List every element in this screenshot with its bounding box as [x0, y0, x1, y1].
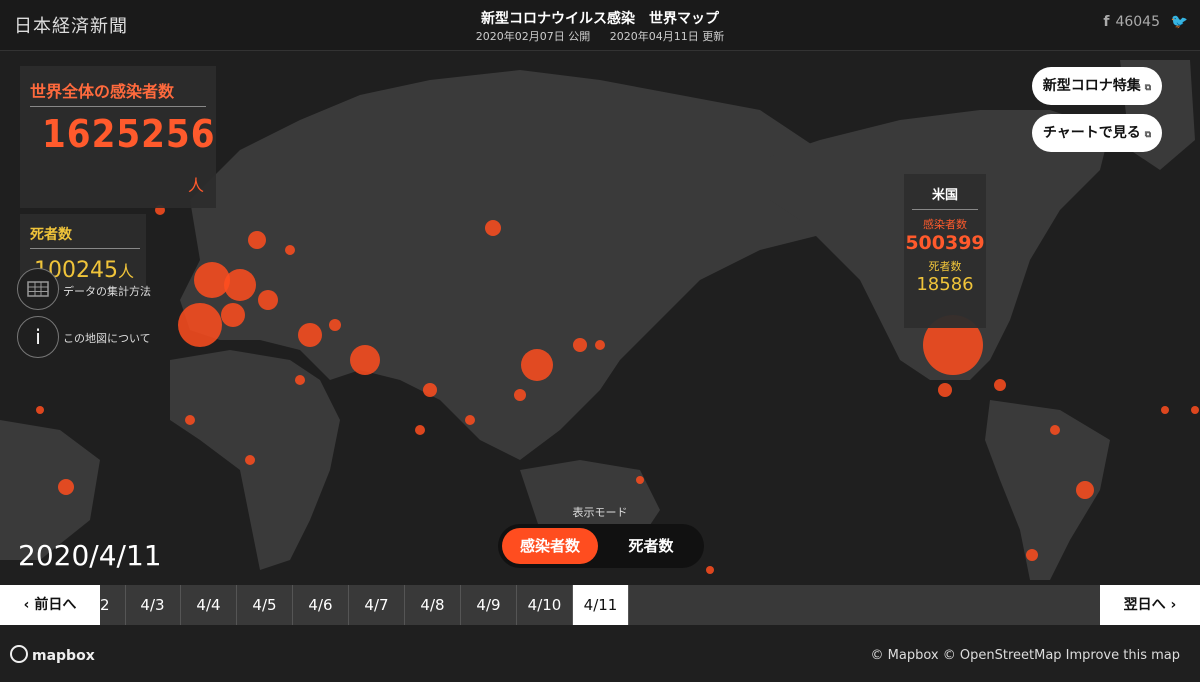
total-deaths-unit: 人	[117, 262, 134, 281]
case-bubble[interactable]	[1050, 425, 1060, 435]
case-bubble[interactable]	[350, 345, 380, 375]
case-bubble[interactable]	[423, 383, 437, 397]
previous-day-label: 前日へ	[34, 597, 77, 613]
case-bubble[interactable]	[36, 406, 44, 414]
date-tick[interactable]: 4/8	[405, 585, 461, 625]
country-deaths-label: 死者数	[928, 260, 962, 273]
twitter-icon[interactable]: 🐦	[1171, 14, 1188, 30]
date-tick[interactable]: 4/6	[293, 585, 349, 625]
case-bubble[interactable]	[1026, 549, 1038, 561]
feature-link-button[interactable]: 新型コロナ特集 ⧉	[1032, 67, 1162, 105]
total-cases-value: 1625256	[42, 112, 216, 156]
total-cases-panel: 世界全体の感染者数 1625256 人	[20, 66, 216, 208]
case-bubble[interactable]	[415, 425, 425, 435]
case-bubble[interactable]	[221, 303, 245, 327]
case-bubble[interactable]	[224, 269, 256, 301]
case-bubble[interactable]	[1191, 406, 1199, 414]
display-mode-label: 表示モード	[572, 506, 628, 519]
map-attribution[interactable]: © Mapbox © OpenStreetMap Improve this ma…	[871, 648, 1180, 663]
chevron-right-icon: ›	[1165, 597, 1177, 613]
mapbox-logo[interactable]: mapbox	[10, 645, 95, 664]
data-method-label[interactable]: データの集計方法	[63, 283, 151, 299]
feature-link-label: 新型コロナ特集	[1042, 78, 1141, 94]
facebook-count: 46045	[1115, 14, 1160, 30]
case-bubble[interactable]	[298, 323, 322, 347]
facebook-icon[interactable]: f	[1103, 14, 1109, 30]
case-bubble[interactable]	[285, 245, 295, 255]
case-bubble[interactable]	[329, 319, 341, 331]
case-bubble[interactable]	[185, 415, 195, 425]
total-deaths-label: 死者数	[30, 227, 72, 243]
data-method-button[interactable]	[17, 268, 59, 310]
mode-cases-button[interactable]: 感染者数	[502, 528, 598, 564]
share-area: f 46045 🐦	[1103, 14, 1188, 30]
divider	[30, 248, 140, 249]
case-bubble[interactable]	[595, 340, 605, 350]
display-mode-toggle: 感染者数 死者数	[498, 524, 704, 568]
case-bubble[interactable]	[258, 290, 278, 310]
case-bubble[interactable]	[938, 383, 952, 397]
country-deaths-value: 18586	[916, 274, 974, 295]
chart-view-button[interactable]: チャートで見る ⧉	[1032, 114, 1162, 152]
header-bar: 日本経済新聞 新型コロナウイルス感染 世界マップ 2020年02月07日 公開 …	[0, 0, 1200, 51]
country-name: 米国	[931, 188, 958, 203]
date-tick[interactable]: 4/3	[125, 585, 181, 625]
country-cases-label: 感染者数	[923, 218, 967, 231]
case-bubble[interactable]	[706, 566, 714, 574]
table-icon	[27, 281, 49, 297]
total-cases-label: 世界全体の感染者数	[30, 82, 175, 101]
case-bubble[interactable]	[514, 389, 526, 401]
page-title: 新型コロナウイルス感染 世界マップ	[481, 11, 719, 27]
divider	[30, 106, 206, 107]
date-tick[interactable]: 4/7	[349, 585, 405, 625]
case-bubble[interactable]	[58, 479, 74, 495]
case-bubble[interactable]	[194, 262, 230, 298]
date-tick[interactable]: 4/4	[181, 585, 237, 625]
next-day-label: 翌日へ	[1123, 597, 1166, 613]
date-tick[interactable]: 4/5	[237, 585, 293, 625]
updated-date: 2020年04月11日 更新	[609, 30, 725, 43]
total-cases-unit: 人	[188, 176, 205, 195]
chevron-left-icon: ‹	[23, 597, 35, 613]
external-link-icon: ⧉	[1144, 83, 1152, 93]
case-bubble[interactable]	[465, 415, 475, 425]
date-tick-selected[interactable]: 4/11	[573, 585, 629, 625]
country-cases-value: 500399	[905, 232, 985, 254]
country-popup: 米国 感染者数 500399 死者数 18586	[904, 174, 986, 328]
case-bubble[interactable]	[178, 303, 222, 347]
divider	[912, 209, 978, 210]
previous-day-button[interactable]: ‹ 前日へ	[0, 585, 100, 625]
case-bubble[interactable]	[295, 375, 305, 385]
date-tick[interactable]: 4/10	[517, 585, 573, 625]
about-map-label[interactable]: この地図について	[63, 330, 151, 346]
current-date: 2020/4/11	[18, 539, 162, 572]
published-date: 2020年02月07日 公開	[475, 30, 591, 43]
mapbox-icon	[10, 645, 28, 663]
case-bubble[interactable]	[994, 379, 1006, 391]
case-bubble[interactable]	[1161, 406, 1169, 414]
mapbox-brand: mapbox	[32, 648, 95, 664]
case-bubble[interactable]	[1076, 481, 1094, 499]
external-link-icon: ⧉	[1144, 130, 1152, 140]
case-bubble[interactable]	[245, 455, 255, 465]
next-day-button[interactable]: 翌日へ ›	[1100, 585, 1200, 625]
publish-dates: 2020年02月07日 公開 2020年04月11日 更新	[0, 28, 1200, 44]
date-tick[interactable]: 4/9	[461, 585, 517, 625]
case-bubble[interactable]	[485, 220, 501, 236]
case-bubble[interactable]	[573, 338, 587, 352]
case-bubble[interactable]	[248, 231, 266, 249]
case-bubble[interactable]	[636, 476, 644, 484]
about-map-button[interactable]: i	[17, 316, 59, 358]
info-icon: i	[35, 325, 41, 349]
mode-deaths-button[interactable]: 死者数	[606, 528, 696, 564]
case-bubble[interactable]	[521, 349, 553, 381]
date-timeline: 4/2 4/3 4/4 4/5 4/6 4/7 4/8 4/9 4/10 4/1…	[0, 585, 1200, 625]
chart-view-label: チャートで見る	[1042, 125, 1141, 141]
